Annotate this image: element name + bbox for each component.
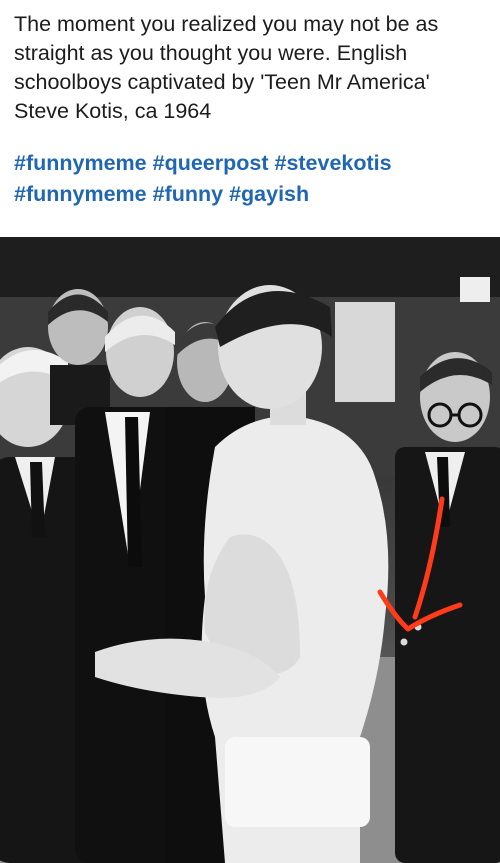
post-photo[interactable] [0, 237, 500, 863]
ceiling-light [460, 277, 490, 302]
post-text: The moment you realized you may not be a… [14, 10, 490, 210]
hashtag-stevekotis[interactable]: #stevekotis [274, 151, 391, 175]
window-light [335, 302, 395, 402]
hashtag-queerpost[interactable]: #queerpost [153, 151, 269, 175]
post-caption: The moment you realized you may not be a… [14, 12, 439, 123]
ceiling [0, 237, 500, 297]
hashtag-funnymeme[interactable]: #funnymeme [14, 151, 147, 175]
hashtag-funnymeme-2[interactable]: #funnymeme [14, 182, 147, 206]
hashtag-funny[interactable]: #funny [153, 182, 223, 206]
photo-illustration [0, 237, 500, 863]
hashtag-gayish[interactable]: #gayish [229, 182, 309, 206]
hashtag-list: #funnymeme #queerpost #stevekotis #funny… [14, 148, 490, 210]
